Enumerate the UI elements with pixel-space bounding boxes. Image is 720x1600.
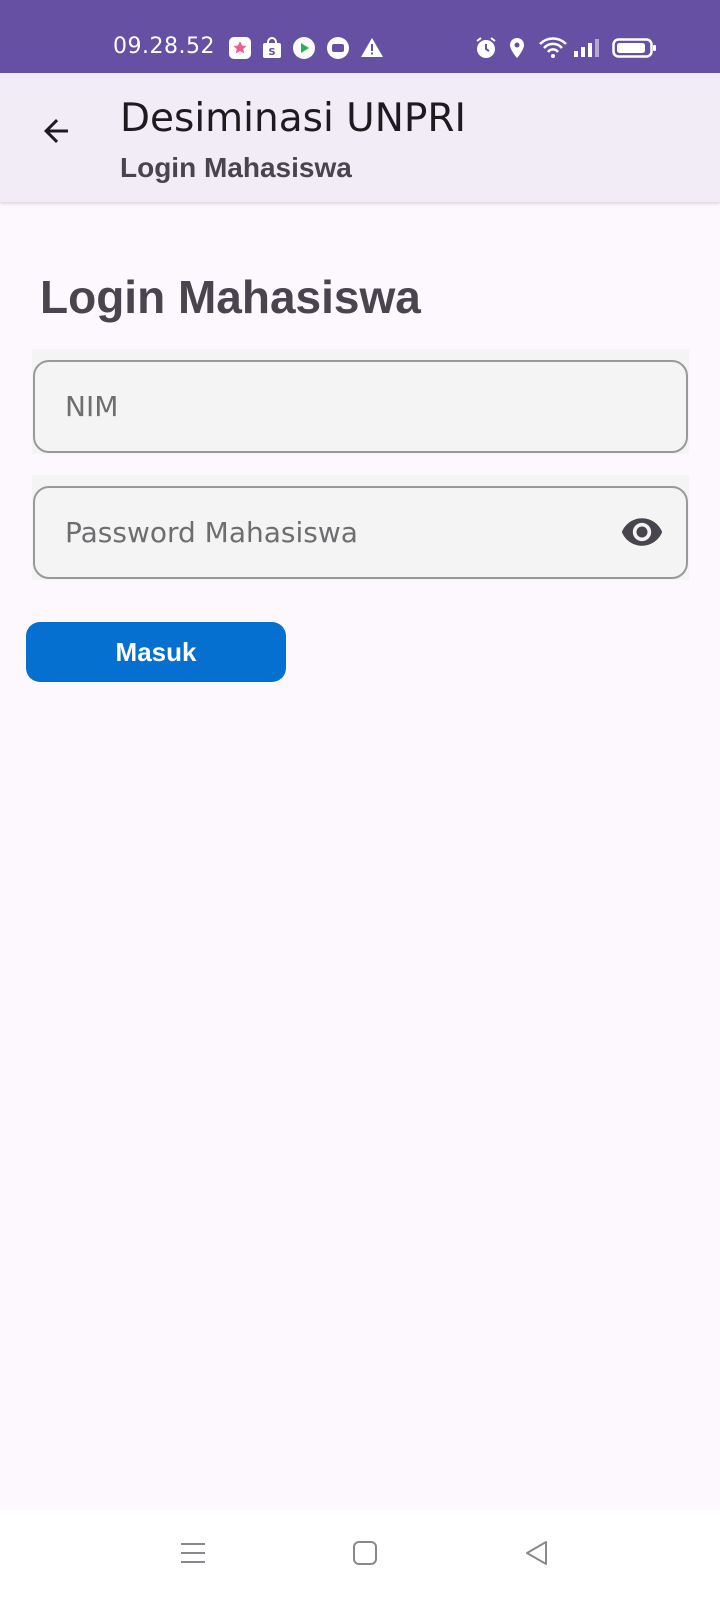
- back-button[interactable]: [28, 105, 84, 161]
- menu-icon: [178, 1538, 208, 1573]
- eye-icon: [620, 510, 664, 559]
- page-title: Login Mahasiswa: [40, 271, 421, 323]
- app-title: Desiminasi UNPRI: [120, 96, 467, 141]
- system-back-button[interactable]: [512, 1530, 562, 1580]
- recent-apps-button[interactable]: [168, 1530, 218, 1580]
- signal-icon: [572, 36, 602, 60]
- app-bar: Desiminasi UNPRI Login Mahasiswa: [0, 73, 720, 202]
- photos-app-icon: [228, 36, 252, 60]
- nim-field[interactable]: [33, 360, 688, 453]
- login-button[interactable]: Masuk: [26, 622, 286, 682]
- status-bar: 09.28.52 S: [0, 0, 720, 73]
- warning-icon: [360, 36, 384, 60]
- nim-input[interactable]: [65, 362, 625, 451]
- nim-field-container: [32, 349, 689, 454]
- chat-icon: [326, 36, 350, 60]
- shopee-icon: S: [260, 36, 284, 60]
- app-subtitle: Login Mahasiswa: [120, 152, 352, 183]
- location-icon: [505, 36, 529, 60]
- toggle-password-visibility-button[interactable]: [618, 510, 666, 558]
- password-input[interactable]: [65, 488, 625, 577]
- battery-icon: [612, 36, 658, 60]
- home-button[interactable]: [340, 1530, 390, 1580]
- arrow-left-icon: [38, 113, 74, 154]
- system-nav-bar: [0, 1510, 720, 1600]
- alarm-icon: [474, 36, 498, 60]
- play-store-icon: [292, 36, 316, 60]
- home-square-icon: [350, 1538, 380, 1573]
- back-triangle-icon: [522, 1538, 552, 1573]
- svg-text:S: S: [268, 47, 275, 58]
- wifi-icon: [538, 36, 568, 60]
- password-field-container: [32, 475, 689, 580]
- status-time: 09.28.52: [113, 34, 215, 59]
- password-field[interactable]: [33, 486, 688, 579]
